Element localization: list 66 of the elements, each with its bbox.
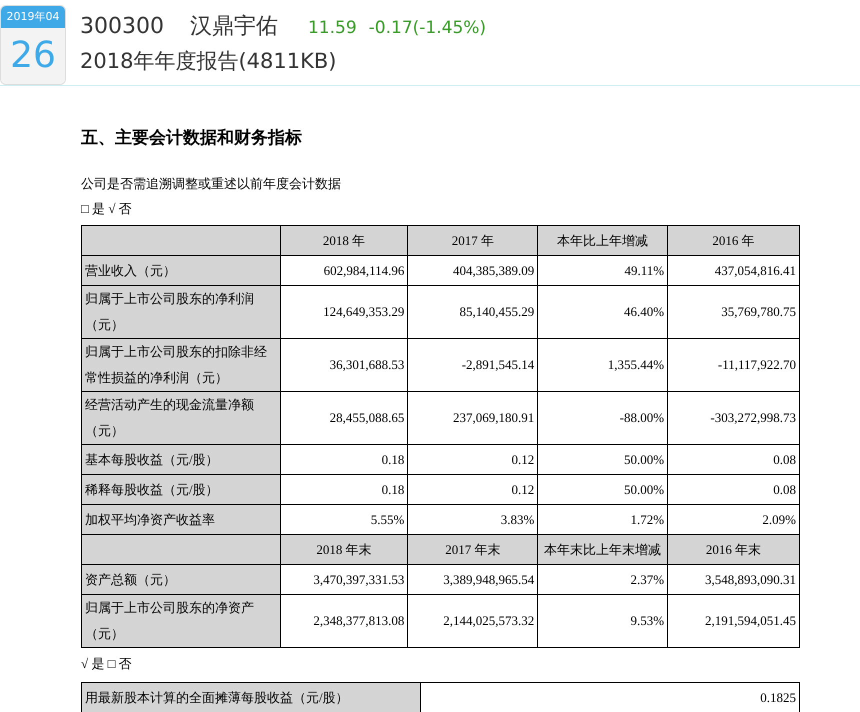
row-label: 稀释每股收益（元/股） bbox=[85, 480, 220, 498]
row-label: 资产总额（元） bbox=[85, 570, 177, 588]
row-label: 营业收入（元） bbox=[85, 262, 177, 280]
column-header: 2016 年末 bbox=[706, 542, 762, 557]
table-cell: 602,984,114.96 bbox=[324, 262, 404, 278]
column-header: 2017 年 bbox=[452, 232, 494, 248]
table-cell: 50.00% bbox=[624, 482, 664, 497]
table-cell: 2,348,377,813.08 bbox=[313, 613, 404, 628]
table-cell: 237,069,180.91 bbox=[453, 410, 534, 426]
table-cell: 0.12 bbox=[512, 482, 534, 497]
column-header: 本年末比上年末增减 bbox=[544, 542, 662, 557]
table-cell: 3,470,397,331.53 bbox=[313, 572, 404, 587]
table-cell: -303,272,998.73 bbox=[710, 410, 796, 426]
table-cell: -2,891,545.14 bbox=[462, 357, 534, 372]
table-cell: 404,385,389.09 bbox=[453, 262, 534, 278]
table-cell: -88.00% bbox=[620, 410, 664, 426]
price-change: -0.17(-1.45%) bbox=[368, 17, 486, 40]
table-cell: 2,191,594,051.45 bbox=[705, 613, 796, 628]
table-cell: 1,355.44% bbox=[608, 357, 664, 372]
table-cell: 49.11% bbox=[624, 262, 664, 278]
row-label: 用最新股本计算的全面摊薄每股收益（元/股） bbox=[85, 690, 349, 705]
answer-options: √ 是 □ 否 bbox=[81, 654, 800, 674]
table-cell: 0.12 bbox=[512, 452, 534, 467]
stock-price: 11.59 bbox=[308, 17, 357, 40]
table-cell: 0.18 bbox=[382, 452, 404, 467]
badge-month: 2019年04 bbox=[1, 6, 65, 28]
table-cell: 2.09% bbox=[762, 512, 796, 527]
row-label: 经营活动产生的现金流量净额（元） bbox=[85, 396, 255, 440]
table-cell: 0.18 bbox=[382, 482, 404, 497]
column-header: 本年比上年增减 bbox=[557, 232, 648, 248]
table-cell: 85,140,455.29 bbox=[460, 304, 534, 320]
row-label: 加权平均净资产收益率 bbox=[85, 510, 216, 528]
table-cell: 437,054,816.41 bbox=[714, 262, 796, 278]
table-cell: 5.55% bbox=[370, 512, 404, 527]
column-header: 2016 年 bbox=[712, 232, 755, 248]
badge-day: 26 bbox=[1, 28, 65, 84]
table-cell: 2.37% bbox=[630, 572, 664, 587]
row-label: 归属于上市公司股东的扣除非经常性损益的净利润（元） bbox=[85, 343, 268, 387]
table-cell: 1.72% bbox=[630, 512, 664, 527]
table-cell: 2,144,025,573.32 bbox=[443, 613, 534, 628]
report-title[interactable]: 2018年年度报告(4811KB) bbox=[80, 46, 486, 78]
section-heading: 五、主要会计数据和财务指标 bbox=[81, 127, 303, 150]
table-cell: 9.53% bbox=[630, 613, 664, 628]
column-header: 2018 年 bbox=[322, 232, 366, 248]
table-cell: 3,548,893,090.31 bbox=[705, 572, 796, 587]
table-cell: 35,769,780.75 bbox=[721, 304, 796, 320]
table-cell: 28,455,088.65 bbox=[330, 410, 404, 426]
table-cell: -11,117,922.70 bbox=[718, 357, 796, 372]
table-cell: 3,389,948,965.54 bbox=[443, 572, 534, 587]
stock-name: 汉鼎宇佑 bbox=[190, 13, 278, 41]
table-cell: 50.00% bbox=[624, 452, 664, 467]
table-cell: 3.83% bbox=[500, 512, 534, 527]
column-header: 2017 年末 bbox=[445, 542, 500, 557]
question-text: 公司是否需追溯调整或重述以前年度会计数据 bbox=[81, 174, 342, 192]
table-cell: 46.40% bbox=[624, 304, 664, 320]
column-header: 2018 年末 bbox=[316, 542, 372, 557]
row-label: 归属于上市公司股东的净资产（元） bbox=[85, 599, 255, 643]
stock-code: 300300 bbox=[80, 13, 164, 41]
row-label: 基本每股收益（元/股） bbox=[85, 450, 220, 468]
table-cell: 0.08 bbox=[773, 482, 796, 497]
row-label: 归属于上市公司股东的净利润（元） bbox=[85, 290, 255, 334]
table-cell: 0.08 bbox=[773, 452, 796, 467]
table-cell: 124,649,353.29 bbox=[323, 304, 404, 320]
table-cell: 36,301,688.53 bbox=[330, 357, 404, 372]
table-cell: 0.1825 bbox=[760, 690, 796, 705]
answer-options: □ 是 √ 否 bbox=[81, 199, 800, 219]
